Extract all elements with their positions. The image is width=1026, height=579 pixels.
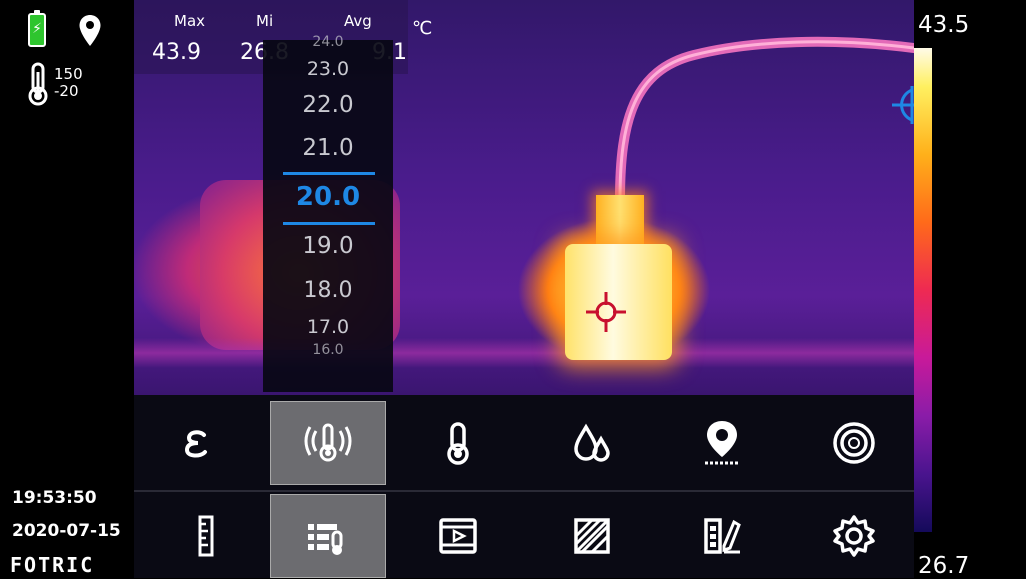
ruler-icon — [198, 515, 214, 557]
color-scale: 43.5 26.7 — [914, 0, 1026, 579]
humidity-button[interactable] — [534, 401, 650, 485]
max-label: Max — [174, 12, 206, 30]
min-label: Mi — [256, 12, 274, 30]
picker-value[interactable]: 24.0 — [263, 34, 393, 50]
picker-selection-line — [283, 172, 375, 175]
brand-logo: FOTRIC — [10, 553, 95, 577]
ruler-button[interactable] — [148, 494, 264, 578]
humidity-icon — [574, 423, 610, 462]
distance-button[interactable] — [664, 401, 780, 485]
video-icon — [439, 518, 477, 554]
picker-selection-line — [283, 222, 375, 225]
clock-date: 2020-07-15 — [12, 521, 121, 541]
scale-min: 26.7 — [918, 553, 970, 579]
region-button[interactable] — [534, 494, 650, 578]
temperature-picker[interactable]: 24.0 23.0 22.0 21.0 20.0 19.0 18.0 17.0 … — [263, 34, 393, 392]
scale-marker-icon[interactable] — [892, 86, 914, 124]
ambient-temperature-button[interactable] — [400, 401, 516, 485]
plug-hotspot — [596, 195, 644, 247]
emissivity-button[interactable] — [138, 401, 254, 485]
picker-value[interactable]: 16.0 — [263, 342, 393, 358]
region-icon — [574, 518, 610, 554]
picker-value[interactable]: 17.0 — [263, 316, 393, 338]
picker-value[interactable]: 18.0 — [263, 278, 393, 303]
palette-edit-icon — [704, 518, 741, 554]
lens-button[interactable] — [796, 401, 912, 485]
scale-max: 43.5 — [918, 12, 970, 38]
thermal-image[interactable]: Max 43.9 Mi 26.8 Avg 9.1 ℃ — [134, 0, 914, 395]
menu-divider — [134, 490, 914, 492]
palette-bar[interactable] — [914, 48, 932, 532]
reflected-temperature-icon — [304, 423, 352, 462]
picker-value[interactable]: 21.0 — [263, 135, 393, 161]
reflected-temperature-button[interactable] — [270, 401, 386, 485]
distance-icon — [705, 421, 739, 465]
clock-time: 19:53:50 — [12, 488, 97, 508]
range-low: -20 — [54, 82, 79, 100]
video-button[interactable] — [400, 494, 516, 578]
settings-icon — [833, 515, 875, 557]
settings-menu — [134, 395, 914, 578]
picker-value[interactable]: 22.0 — [263, 92, 393, 118]
temperature-unit: ℃ — [412, 18, 433, 39]
ambient-temperature-icon — [447, 422, 469, 465]
thermometer-range-icon — [28, 62, 48, 106]
picker-selected-value[interactable]: 20.0 — [263, 182, 393, 212]
spot-crosshair-icon[interactable] — [586, 292, 626, 332]
status-panel: ⚡ 150 -20 19:53:50 2020-07-15 FOTRIC — [0, 0, 134, 578]
emissivity-icon — [184, 430, 207, 458]
measurement-tools-button[interactable] — [270, 494, 386, 578]
measurement-tools-icon — [308, 524, 343, 555]
picker-value[interactable]: 23.0 — [263, 58, 393, 80]
lens-icon — [833, 422, 875, 464]
location-pin-icon — [79, 15, 101, 46]
max-value: 43.9 — [152, 40, 201, 65]
settings-button[interactable] — [796, 494, 912, 578]
palette-edit-button[interactable] — [664, 494, 780, 578]
avg-label: Avg — [344, 12, 372, 30]
temperature-range: 150 -20 — [54, 66, 83, 100]
range-high: 150 — [54, 65, 83, 83]
picker-value[interactable]: 19.0 — [263, 233, 393, 259]
battery-icon: ⚡ — [28, 10, 46, 47]
